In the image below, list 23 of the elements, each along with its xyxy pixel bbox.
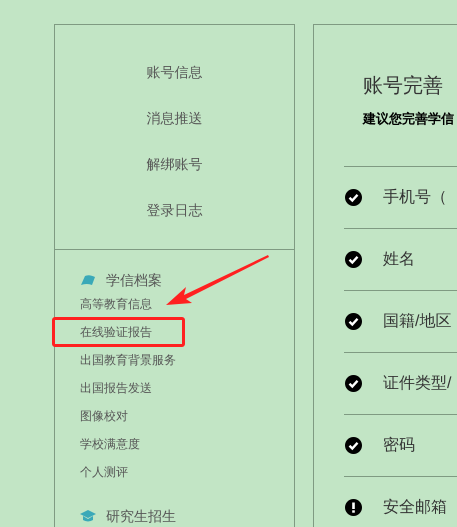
menu-link[interactable]: 解绑账号 <box>146 154 202 174</box>
panel-subtitle: 建议您完善学信 <box>363 111 455 127</box>
field-label: 安全邮箱 <box>383 498 447 518</box>
field-label: 国籍/地区 <box>383 312 452 332</box>
field-label: 密码 <box>383 436 415 456</box>
field-label: 证件类型/ <box>383 374 452 394</box>
menu-link[interactable]: 登录日志 <box>146 200 202 220</box>
nav-link[interactable]: 图像校对 <box>80 408 128 424</box>
menu-link[interactable]: 账号信息 <box>146 62 202 82</box>
nav-link[interactable]: 出国报告发送 <box>80 380 152 396</box>
nav-link[interactable]: 出国教育背景服务 <box>80 352 176 368</box>
book-icon <box>80 274 96 286</box>
field-label: 手机号（ <box>383 188 447 208</box>
nav-link[interactable]: 在线验证报告 <box>52 317 185 347</box>
nav-link[interactable]: 高等教育信息 <box>80 296 152 312</box>
field-label: 姓名 <box>383 250 415 270</box>
panel-title: 账号完善 <box>363 74 444 98</box>
section-heading[interactable]: 学信档案 <box>106 270 162 290</box>
graduation-cap-icon <box>80 509 96 523</box>
nav-link[interactable]: 学校满意度 <box>80 436 140 452</box>
menu-link[interactable]: 消息推送 <box>146 108 202 128</box>
nav-link[interactable]: 个人测评 <box>80 464 128 480</box>
section-heading[interactable]: 研究生招生 <box>106 506 176 526</box>
